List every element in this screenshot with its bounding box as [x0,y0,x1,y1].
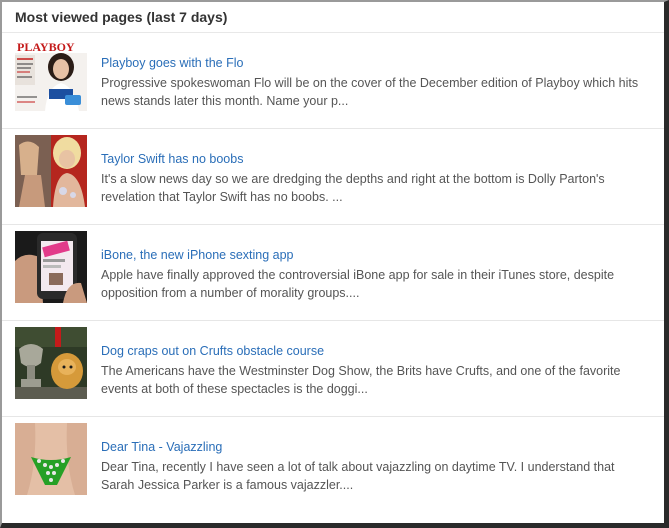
magazine-logo-text: PLAYBOY [17,40,75,54]
article-link[interactable]: Dear Tina - Vajazzling [101,440,222,454]
widget-title: Most viewed pages (last 7 days) [2,2,664,33]
article-snippet: Progressive spokeswoman Flo will be on t… [101,76,639,108]
article-list: PLAYBOY Playboy goes with the Flo Progre… [2,33,664,513]
list-item: Dog craps out on Crufts obstacle course … [2,321,664,417]
green-jewel-thumbnail[interactable] [15,423,87,495]
article-snippet: Apple have finally approved the controve… [101,268,615,300]
article-link[interactable]: Dog craps out on Crufts obstacle course [101,344,324,358]
list-item: PLAYBOY Playboy goes with the Flo Progre… [2,33,664,129]
list-item: Taylor Swift has no boobs It's a slow ne… [2,129,664,225]
article-link[interactable]: Playboy goes with the Flo [101,56,243,70]
most-viewed-widget: Most viewed pages (last 7 days) PLAYBOY [0,0,669,528]
article-snippet: The Americans have the Westminster Dog S… [101,364,621,396]
article-snippet: It's a slow news day so we are dredging … [101,172,605,204]
article-link[interactable]: Taylor Swift has no boobs [101,152,243,166]
two-women-thumbnail[interactable] [15,135,87,207]
list-item: iBone, the new iPhone sexting app Apple … [2,225,664,321]
article-snippet: Dear Tina, recently I have seen a lot of… [101,460,615,492]
list-item: Dear Tina - Vajazzling Dear Tina, recent… [2,417,664,513]
trophy-dog-thumbnail[interactable] [15,327,87,399]
article-link[interactable]: iBone, the new iPhone sexting app [101,248,294,262]
magazine-cover-thumbnail[interactable]: PLAYBOY [15,39,87,111]
phone-in-hand-thumbnail[interactable] [15,231,87,303]
